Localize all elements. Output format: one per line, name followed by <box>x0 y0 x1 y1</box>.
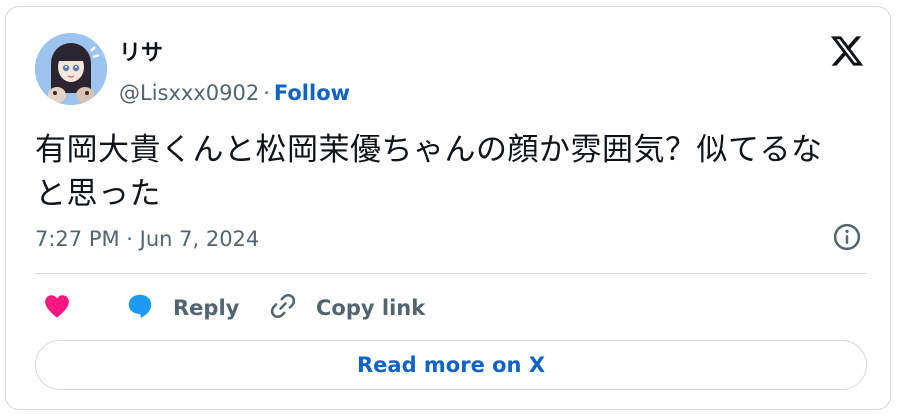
tweet-timestamp[interactable]: 7:27 PM · Jun 7, 2024 <box>35 224 259 254</box>
divider <box>35 273 867 274</box>
copy-link-button[interactable]: Copy link <box>268 288 425 328</box>
speech-bubble-icon <box>125 291 155 325</box>
reply-button[interactable]: Reply <box>125 288 239 328</box>
follow-link[interactable]: Follow <box>274 81 350 105</box>
like-button[interactable] <box>42 288 72 328</box>
tweet-text-line: 有岡大貴くんと松岡茉優ちゃんの顔か雰囲気？似てるな <box>35 132 823 168</box>
heart-icon <box>42 291 72 325</box>
separator-dot: · <box>263 81 270 105</box>
author-handle[interactable]: @Lisxxx0902 <box>119 81 259 105</box>
avatar[interactable] <box>35 33 107 105</box>
x-logo-icon[interactable] <box>829 33 865 69</box>
avatar-image <box>35 33 107 105</box>
reply-label: Reply <box>173 296 240 320</box>
copy-link-label: Copy link <box>316 296 426 320</box>
read-more-button[interactable]: Read more on X <box>35 340 867 390</box>
link-icon <box>268 291 298 325</box>
author-handle-line: @Lisxxx0902 · Follow <box>119 78 350 108</box>
author-display-name[interactable]: リサ <box>119 40 163 68</box>
tweet-text: 有岡大貴くんと松岡茉優ちゃんの顔か雰囲気？似てるな と思った <box>35 128 865 216</box>
info-icon[interactable] <box>832 222 862 252</box>
tweet-text-line: と思った <box>35 176 161 212</box>
embedded-tweet-card: リサ @Lisxxx0902 · Follow 有岡大貴くんと松岡茉優ちゃんの顔か雰… <box>5 6 891 410</box>
